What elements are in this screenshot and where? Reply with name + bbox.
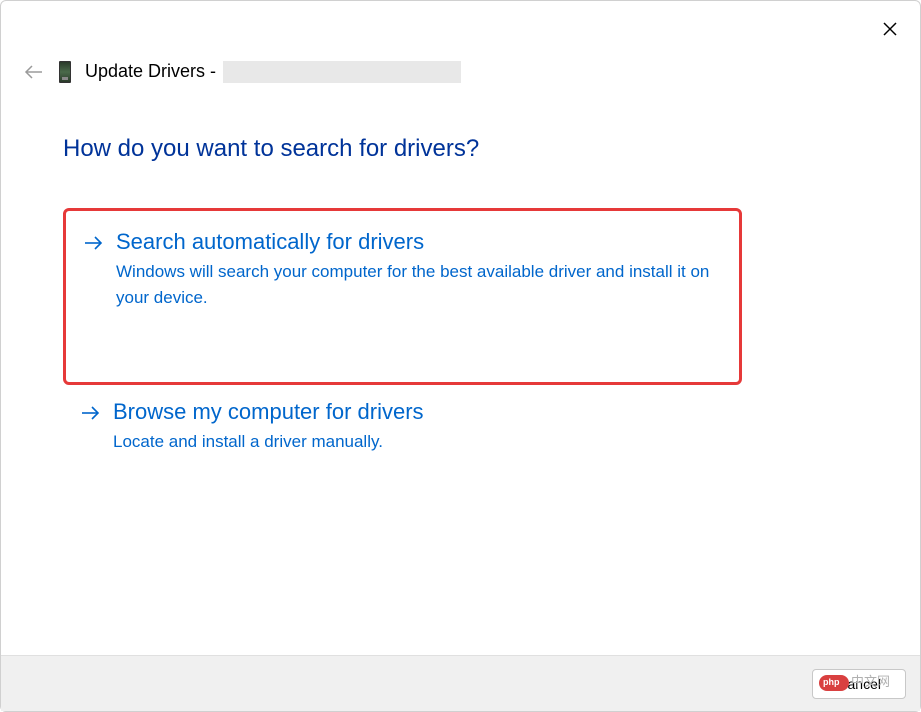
option-description: Windows will search your computer for th… [116,259,719,312]
title-redacted-device [223,61,461,83]
option-title: Browse my computer for drivers [113,399,718,425]
dialog-footer: Cancel [1,655,920,711]
option-browse-computer[interactable]: Browse my computer for drivers Locate an… [63,381,738,473]
close-icon [883,22,897,36]
device-icon [59,61,71,83]
option-description: Locate and install a driver manually. [113,429,718,455]
cancel-button[interactable]: Cancel [812,669,906,699]
back-arrow-icon [24,65,44,79]
arrow-right-icon [81,405,101,421]
dialog-title: Update Drivers - [85,61,461,83]
option-search-automatically[interactable]: Search automatically for drivers Windows… [63,208,742,385]
option-content: Search automatically for drivers Windows… [116,229,719,312]
dialog-header: Update Drivers - [23,61,461,83]
close-button[interactable] [876,15,904,43]
arrow-right-icon [84,235,104,251]
question-heading: How do you want to search for drivers? [63,135,479,163]
back-button[interactable] [23,61,45,83]
option-title: Search automatically for drivers [116,229,719,255]
title-prefix: Update Drivers - [85,61,221,81]
option-content: Browse my computer for drivers Locate an… [113,399,718,455]
